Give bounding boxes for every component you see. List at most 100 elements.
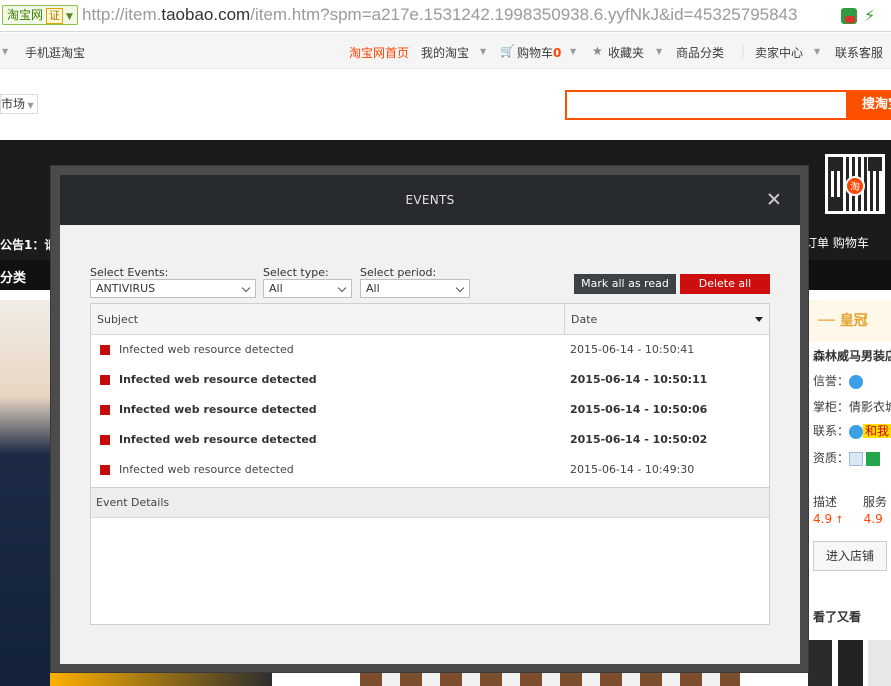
table-row[interactable]: Infected web resource detected 2015-06-1… [91,395,769,425]
license-icon[interactable] [849,451,864,466]
dialog-title: EVENTS [405,193,455,207]
seller-name[interactable]: 森林威马男装店 [813,347,891,364]
sort-desc-icon[interactable] [755,317,763,322]
contact-label: 联系： [813,424,850,438]
period-filter-label: Select period: [360,266,437,279]
severity-icon [100,465,110,475]
nav-my-taobao[interactable]: 我的淘宝 [421,44,469,61]
score-values: 4.9 ↑ 4.9 [813,512,883,526]
table-row[interactable]: Infected web resource detected 2015-06-1… [91,425,769,455]
table-row[interactable]: Infected web resource detected 2015-06-1… [91,335,769,365]
shop-notice: 公告1：请 [0,238,57,252]
close-icon[interactable] [766,191,782,207]
event-subject: Infected web resource detected [119,343,294,356]
cart-count: 0 [553,46,562,60]
event-subject: Infected web resource detected [119,403,317,416]
chevron-down-icon: ▼ [480,47,487,56]
table-row[interactable]: Infected web resource detected 2015-06-1… [91,365,769,395]
event-subject: Infected web resource detected [119,433,317,446]
chevron-down-icon [337,283,347,293]
nav-home-link[interactable]: 淘宝网首页 [349,44,409,61]
enter-shop-button[interactable]: 进入店铺 [813,541,887,571]
events-filter-label: Select Events: [90,266,169,279]
market-label: 市场 [1,97,26,111]
chevron-down-icon: ▼ [2,47,9,56]
score-service-label: 服务 [863,495,888,509]
events-dialog: EVENTS Select Events: ANTIVIRUS Select t… [60,175,800,664]
events-select[interactable]: ANTIVIRUS [90,279,256,298]
nav-seller-center[interactable]: 卖家中心 [755,44,803,61]
url-field[interactable]: http://item.taobao.com/item.htm?spm=a217… [82,5,797,25]
mark-all-read-button[interactable]: Mark all as read [574,274,676,294]
verified-icon[interactable] [866,451,881,466]
nav-categories[interactable]: 商品分类 [676,44,724,61]
dialog-header: EVENTS [60,175,800,225]
browser-address-bar: 淘宝网证 ▼ http://item.taobao.com/item.htm?sp… [0,0,891,32]
cart-label: 购物车 [517,46,554,60]
contact-link[interactable]: 和我 [863,424,891,438]
divider: | [741,44,746,58]
also-viewed-heading: 看了又看 [813,610,862,624]
site-security-badge[interactable]: 淘宝网证 ▼ [2,5,78,25]
event-date: 2015-06-14 - 10:49:30 [570,463,695,476]
event-date: 2015-06-14 - 10:50:11 [570,373,708,386]
events-table: Subject Date Infected web resource detec… [90,303,770,625]
seller-reputation: 信誉： [813,372,864,389]
certificate-icon: 证 [46,8,64,24]
nav-customer-service[interactable]: 联系客服 [835,44,883,61]
event-date: 2015-06-14 - 10:50:41 [570,343,695,356]
score-desc-label: 描述 [813,495,838,509]
nav-cart-link[interactable]: 购物车0 [517,44,561,61]
lightning-icon[interactable]: ⚡ [864,6,875,25]
score-headers: 描述 服务 [813,493,887,510]
severity-icon [100,435,110,445]
score-service-value: 4.9 [863,512,883,526]
score-desc-value: 4.9 [813,512,833,526]
period-select[interactable]: All [360,279,470,298]
arrow-up-icon: ↑ [832,515,844,526]
search-input[interactable] [565,90,848,120]
column-header-date[interactable]: Date [565,304,769,335]
chevron-down-icon: ▼ [570,47,577,56]
also-viewed-thumbnails[interactable] [808,640,891,686]
severity-icon [100,405,110,415]
type-select[interactable]: All [263,279,352,298]
chevron-down-icon [455,283,465,293]
seller-owner: 掌柜：倩影衣城 [813,398,891,415]
chevron-down-icon: ▼ [814,47,821,56]
event-date: 2015-06-14 - 10:50:02 [570,433,708,446]
crown-badge: ── 皇冠 [808,300,891,342]
banner-links[interactable]: 订单 购物车 [805,234,869,251]
extension-icon[interactable] [841,8,857,24]
table-header: Subject Date [91,304,769,335]
nav-favorites[interactable]: 收藏夹 [608,44,644,61]
events-select-value: ANTIVIRUS [96,282,156,295]
column-header-subject[interactable]: Subject [91,304,565,335]
qualification-label: 资质： [813,451,850,465]
severity-icon [100,345,110,355]
category-label[interactable]: 分类 [0,267,26,286]
site-top-nav: ▼ 手机逛淘宝 淘宝网首页 我的淘宝 ▼ 🛒 购物车0 ▼ ★ 收藏夹 ▼ 商品… [0,33,891,69]
seller-qualification: 资质： [813,449,881,466]
nav-mobile-link[interactable]: 手机逛淘宝 [25,44,85,61]
market-selector[interactable]: 市场 ▼ [0,94,38,114]
chevron-down-icon: ▼ [25,101,34,110]
reputation-icon [849,374,864,389]
event-details-pane [91,518,769,624]
type-filter-label: Select type: [263,266,329,279]
owner-name[interactable]: 倩影衣城 [849,400,891,414]
site-badge-label: 淘宝网 [7,8,44,22]
event-details-header: Event Details [91,487,769,518]
search-button[interactable]: 搜淘宝 [848,90,891,120]
taobao-logo-icon: 淘 [845,176,865,196]
delete-all-button[interactable]: Delete all [680,274,770,294]
type-select-value: All [269,282,283,295]
star-icon: ★ [592,44,603,58]
seller-contact: 联系： 和我 [813,422,891,439]
chat-icon [849,424,864,439]
period-select-value: All [366,282,380,295]
chevron-down-icon [241,283,251,293]
event-subject: Infected web resource detected [119,463,294,476]
table-row[interactable]: Infected web resource detected 2015-06-1… [91,455,769,485]
chevron-down-icon: ▼ [656,47,663,56]
